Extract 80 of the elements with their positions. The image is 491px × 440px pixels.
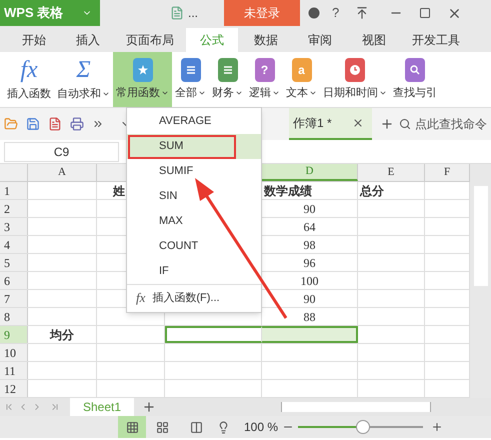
ribbon-button[interactable]: a 文本 (283, 52, 320, 107)
menu-item[interactable]: COUNT (127, 234, 261, 259)
zoom-slider-thumb[interactable] (356, 420, 370, 434)
ribbon-tab[interactable]: 视图 (348, 28, 400, 52)
column-header[interactable]: E (358, 164, 425, 181)
ribbon-button[interactable]: fx 插入函数 (4, 52, 54, 107)
zoom-slider[interactable] (298, 420, 424, 434)
ribbon-tab[interactable]: 插入 (62, 28, 114, 52)
zoom-in-icon[interactable] (431, 421, 444, 433)
help-button[interactable]: ? (332, 3, 340, 23)
menu-item[interactable]: SUM (127, 134, 261, 159)
upload-icon[interactable] (355, 6, 370, 20)
new-tab-icon[interactable] (380, 117, 394, 131)
table-cell: 均分 (28, 326, 97, 343)
ribbon-button[interactable]: ? 逻辑 (246, 52, 283, 107)
function-icon: fx (136, 288, 146, 308)
row-header[interactable]: 7 (0, 290, 28, 307)
caret-icon (379, 89, 387, 97)
ribbon-tab[interactable]: 审阅 (294, 28, 346, 52)
search-icon (399, 118, 411, 130)
row-header[interactable]: 6 (0, 272, 28, 289)
menu-item[interactable]: SUMIF (127, 159, 261, 184)
ribbon-tab[interactable]: 数据 (240, 28, 292, 52)
ribbon-button[interactable]: 常用函数 (113, 52, 172, 107)
maximize-icon[interactable] (419, 7, 432, 19)
ribbon-button[interactable]: 全部 (172, 52, 209, 107)
document-tab-title: 作簿1 * (293, 115, 332, 132)
ribbon-tab[interactable]: 公式 (186, 28, 238, 52)
function-icon: Σ (76, 56, 91, 83)
row-header[interactable]: 12 (0, 380, 28, 397)
circle-icon[interactable] (308, 7, 320, 19)
ribbon-tab[interactable]: 页面布局 (116, 28, 184, 52)
caret-icon (102, 90, 110, 98)
vertical-scrollbar[interactable] (470, 164, 491, 398)
lightbulb-icon[interactable] (217, 420, 230, 434)
search-field[interactable]: 点此查找命令 (399, 115, 487, 133)
document-tab[interactable]: 作簿1 * (289, 108, 372, 140)
file-status: ... (188, 5, 198, 22)
menu-item[interactable]: MAX (127, 209, 261, 234)
view-mode-button[interactable] (118, 416, 146, 438)
function-icon: fx (20, 56, 38, 83)
ribbon-tab[interactable]: 开发工具 (402, 28, 470, 52)
close-icon[interactable] (352, 117, 364, 129)
caret-icon (161, 89, 169, 97)
grid-icon (126, 420, 138, 434)
book-icon: a (292, 58, 312, 82)
ribbon-button[interactable]: 查找与引 (390, 52, 440, 107)
row-header[interactable]: 3 (0, 218, 28, 235)
book-icon: ? (254, 58, 274, 82)
horizontal-scrollbar[interactable] (281, 402, 431, 412)
row-header[interactable]: 10 (0, 344, 28, 361)
caret-icon (235, 89, 243, 97)
row-header[interactable]: 8 (0, 308, 28, 325)
ribbon-button[interactable]: Σ 自动求和 (54, 52, 113, 107)
ribbon-button[interactable]: 财务 (209, 52, 246, 107)
row-header[interactable]: 5 (0, 254, 28, 271)
menu-item[interactable]: IF (127, 259, 261, 284)
more-icon[interactable] (92, 118, 104, 130)
column-header[interactable]: A (28, 164, 97, 181)
zoom-level: 100 % (244, 419, 278, 436)
split-view-icon[interactable] (190, 420, 203, 434)
print-icon[interactable] (70, 117, 84, 131)
menu-item[interactable]: AVERAGE (127, 109, 261, 134)
app-title: WPS 表格 (3, 4, 64, 22)
caret-icon (272, 89, 280, 97)
ribbon-button[interactable]: 日期和时间 (320, 52, 390, 107)
row-header[interactable]: 2 (0, 200, 28, 217)
pdf-icon[interactable] (48, 117, 62, 131)
add-sheet-icon[interactable] (142, 400, 156, 414)
name-box[interactable]: C9 (4, 142, 119, 162)
save-icon[interactable] (26, 117, 40, 131)
caret-icon (309, 89, 317, 97)
row-header[interactable]: 4 (0, 236, 28, 253)
table-cell: 总分 (358, 182, 425, 199)
row-header[interactable]: 1 (0, 182, 28, 199)
caret-icon (198, 89, 206, 97)
ribbon-tab[interactable]: 开始 (8, 28, 60, 52)
page-grid-icon (156, 420, 168, 434)
menu-item[interactable]: 插入函数(F)... (152, 290, 220, 306)
row-header[interactable]: 11 (0, 362, 28, 379)
